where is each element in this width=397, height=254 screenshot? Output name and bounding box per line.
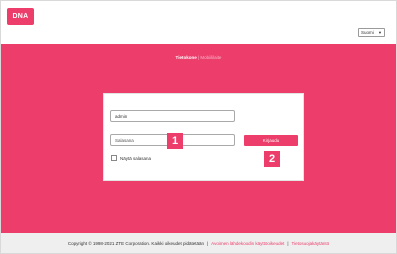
dna-logo: DNA [7,8,34,25]
username-value: admin [115,113,128,119]
router-login-page: DNA Suomi ▼ Tietokone | Mobiililaite adm… [0,0,397,254]
mode-mobile[interactable]: Mobiililaite [200,55,221,60]
username-field[interactable]: admin [110,110,235,122]
open-source-license-link[interactable]: Avoimen lähdekoodin käyttöoikeudet [211,241,284,246]
footer: Copyright © 1998-2021 ZTE Corporation. K… [1,233,396,253]
checkbox-icon[interactable] [111,155,117,161]
show-password-label: Näytä salasana [120,155,152,161]
show-password-row[interactable]: Näytä salasana [111,155,151,161]
language-select-value: Suomi [361,30,374,35]
password-placeholder: Salasana [115,137,134,143]
privacy-policy-link[interactable]: Tietosuojakäytäntö [292,241,330,246]
footer-separator-1: | [206,240,209,246]
footer-separator-2: | [287,240,289,246]
mode-separator: | [197,55,200,60]
mode-desktop[interactable]: Tietokone [176,55,197,60]
language-select[interactable]: Suomi ▼ [358,28,385,37]
login-button[interactable]: Kirjaudu [244,135,298,146]
header: DNA Suomi ▼ [1,1,396,43]
view-mode-switch: Tietokone | Mobiililaite [1,55,396,60]
step-badge-1: 1 [167,133,183,149]
login-area: Tietokone | Mobiililaite admin Salasana … [1,44,396,233]
chevron-down-icon: ▼ [378,30,382,35]
login-card: admin Salasana Näytä salasana Kirjaudu [103,93,304,181]
copyright-text: Copyright © 1998-2021 ZTE Corporation. K… [67,240,204,246]
step-badge-2: 2 [264,151,280,167]
